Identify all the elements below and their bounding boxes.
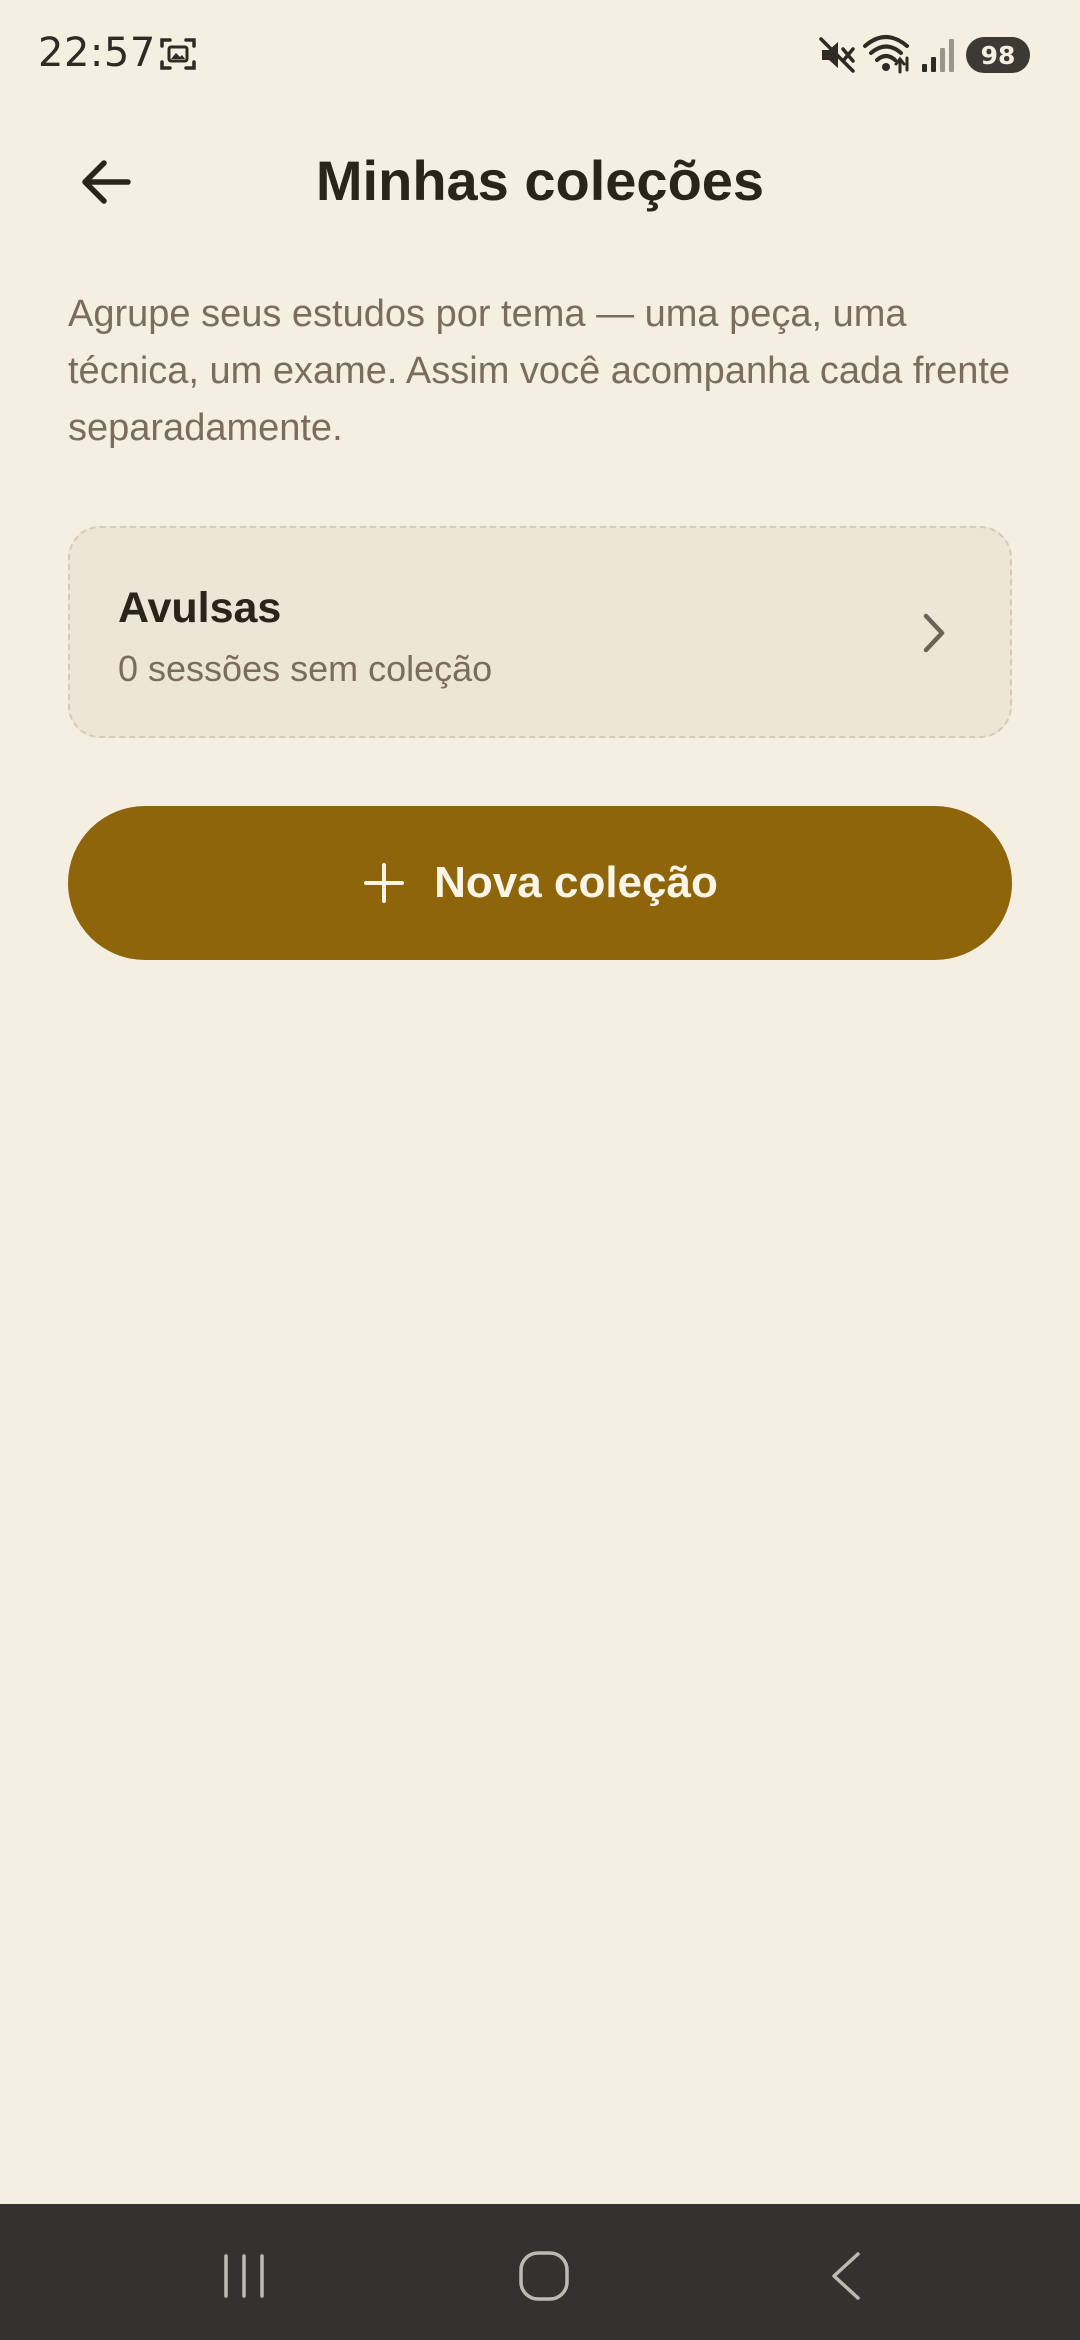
mute-icon [819, 37, 855, 73]
home-icon[interactable] [516, 2248, 572, 2304]
recents-icon[interactable] [218, 2250, 270, 2302]
status-bar: 22:57 98 [0, 0, 1080, 110]
collection-card-avulsas[interactable]: Avulsas 0 sessões sem coleção [68, 526, 1012, 738]
new-collection-label: Nova coleção [434, 858, 718, 907]
chevron-right-icon [923, 613, 945, 653]
battery-indicator: 98 [966, 37, 1030, 73]
plus-icon [364, 863, 405, 903]
page-description: Agrupe seus estudos por tema — uma peça,… [68, 293, 1011, 449]
new-collection-button[interactable]: Nova coleção [68, 806, 1012, 960]
page-title: Minhas coleções [315, 149, 765, 212]
screenshot-icon [160, 38, 196, 70]
signal-icon [922, 39, 954, 72]
back-icon[interactable] [824, 2248, 868, 2304]
collection-title: Avulsas [118, 584, 282, 632]
navigation-bar [0, 2204, 1080, 2340]
wifi-icon [863, 35, 909, 74]
status-time: 22:57 [38, 30, 156, 76]
collection-subtitle: 0 sessões sem coleção [118, 648, 493, 689]
